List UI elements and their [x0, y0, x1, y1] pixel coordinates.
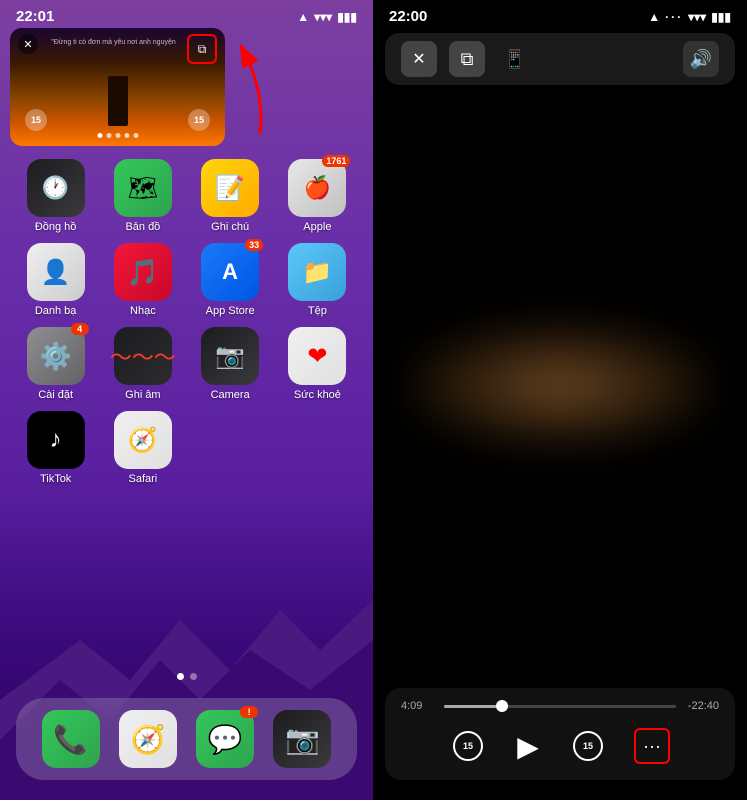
- page-dot-2: [190, 673, 197, 680]
- app-label-camera: Camera: [211, 389, 250, 401]
- dock-safari-icon[interactable]: 🧭: [119, 710, 177, 768]
- battery-icon: ▮▮▮: [337, 10, 357, 24]
- mini-player-text: "Đừng ti có đơn mà yêu nơi anh nguyện: [42, 38, 185, 47]
- app-icon-img-nhac: 🎵: [114, 243, 172, 301]
- progress-bar-container: 4:09 -22:40: [401, 700, 719, 712]
- location-icon: ▲: [297, 10, 309, 24]
- app-badge-caidat: 4: [71, 323, 89, 335]
- playback-controls: 15 ▶ 15 ···: [401, 724, 719, 768]
- app-icon-safari[interactable]: 🧭 Safari: [103, 411, 182, 485]
- progress-fill: [444, 705, 502, 708]
- app-label-danhba: Danh bạ: [35, 305, 77, 317]
- app-label-apple: Apple: [303, 221, 331, 233]
- right-status-icons: ▲ ··· ▾▾▾ ▮▮▮: [648, 10, 731, 24]
- play-btn[interactable]: ▶: [506, 724, 550, 768]
- app-icon-img-caidat: ⚙️ 4: [27, 327, 85, 385]
- mini-player-expand-btn[interactable]: ⧉: [187, 34, 217, 64]
- video-area: [373, 89, 747, 680]
- skip-forward-circle: 15: [573, 731, 603, 761]
- bottom-player-bar: 4:09 -22:40 15 ▶ 15: [385, 688, 735, 780]
- app-icon-img-danhba: 👤: [27, 243, 85, 301]
- app-icon-appstore[interactable]: A 33 App Store: [191, 243, 270, 317]
- app-icon-img-tep: 📁: [288, 243, 346, 301]
- app-icon-danhba[interactable]: 👤 Danh bạ: [16, 243, 95, 317]
- right-location-icon: ▲: [648, 10, 660, 24]
- mini-player-skip-forward-btn[interactable]: 15: [188, 109, 210, 131]
- app-icon-img-bandodo: 🗺: [114, 159, 172, 217]
- app-label-nhac: Nhạc: [130, 305, 156, 317]
- app-icon-bandodo[interactable]: 🗺 Bản đồ: [103, 159, 182, 233]
- right-battery-icon: ▮▮▮: [711, 10, 731, 24]
- mini-player-skip-back-btn[interactable]: 15: [25, 109, 47, 131]
- left-status-bar: 22:01 ▲ ▾▾▾ ▮▮▮: [0, 0, 373, 29]
- app-icon-img-apple: 🍎 1761: [288, 159, 346, 217]
- dock: 📞 🧭 💬 ! 📷: [16, 698, 357, 780]
- progress-thumb[interactable]: [496, 700, 508, 712]
- skip-back-btn[interactable]: 15: [450, 728, 486, 764]
- page-dot-1: [177, 673, 184, 680]
- app-label-safari: Safari: [129, 473, 158, 485]
- app-badge-appstore: 33: [245, 239, 263, 251]
- app-label-dongho: Đồng hồ: [35, 221, 77, 233]
- phone-view-btn[interactable]: 📱: [497, 41, 533, 77]
- app-label-caidat: Cài đặt: [38, 389, 73, 401]
- mini-player-progress-dots: [97, 133, 138, 138]
- dock-phone-icon[interactable]: 📞: [42, 710, 100, 768]
- app-icon-dongho[interactable]: 🕐 Đồng hồ: [16, 159, 95, 233]
- current-time: 4:09: [401, 700, 436, 712]
- app-label-ghichu: Ghi chú: [211, 221, 249, 233]
- app-icon-nhac[interactable]: 🎵 Nhạc: [103, 243, 182, 317]
- red-arrow: [220, 44, 275, 144]
- controls-bar: ✕ ⧉ 📱 🔊: [385, 33, 735, 85]
- skip-forward-btn[interactable]: 15: [570, 728, 606, 764]
- wifi-icon: ▾▾▾: [314, 10, 332, 24]
- app-label-tep: Tệp: [308, 305, 327, 317]
- more-btn[interactable]: ···: [634, 728, 670, 764]
- app-label-bandodo: Bản đồ: [125, 221, 160, 233]
- app-label-appstore: App Store: [206, 305, 255, 317]
- app-icon-tiktok[interactable]: ♪ TikTok: [16, 411, 95, 485]
- app-icon-apple[interactable]: 🍎 1761 Apple: [278, 159, 357, 233]
- right-dots-icon: ···: [665, 10, 683, 24]
- remaining-time: -22:40: [684, 700, 719, 712]
- app-icon-tep[interactable]: 📁 Tệp: [278, 243, 357, 317]
- skip-back-circle: 15: [453, 731, 483, 761]
- app-icon-caidat[interactable]: ⚙️ 4 Cài đặt: [16, 327, 95, 401]
- app-icon-img-safari: 🧭: [114, 411, 172, 469]
- app-icon-camera[interactable]: 📷 Camera: [191, 327, 270, 401]
- dock-messages-badge: !: [240, 706, 258, 718]
- app-icon-ghichu[interactable]: 📝 Ghi chú: [191, 159, 270, 233]
- mini-player[interactable]: "Đừng ti có đơn mà yêu nơi anh nguyện 15…: [10, 28, 225, 146]
- dock-camera-icon[interactable]: 📷: [273, 710, 331, 768]
- app-icon-img-ghiam: 〜〜〜: [114, 327, 172, 385]
- volume-btn[interactable]: 🔊: [683, 41, 719, 77]
- pip-mode-btn[interactable]: ⧉: [449, 41, 485, 77]
- app-label-ghiam: Ghi âm: [125, 389, 160, 401]
- app-icon-img-camera: 📷: [201, 327, 259, 385]
- left-time: 22:01: [16, 8, 54, 25]
- app-label-tiktok: TikTok: [40, 473, 71, 485]
- dock-messages-icon[interactable]: 💬 !: [196, 710, 254, 768]
- progress-track[interactable]: [444, 705, 676, 708]
- mini-player-close-btn[interactable]: ✕: [18, 34, 38, 54]
- app-icon-img-tiktok: ♪: [27, 411, 85, 469]
- app-icon-suckhoe[interactable]: ❤ Sức khoẻ: [278, 327, 357, 401]
- app-icon-ghiam[interactable]: 〜〜〜 Ghi âm: [103, 327, 182, 401]
- mini-player-figure: [108, 76, 128, 126]
- app-badge-apple: 1761: [322, 155, 350, 167]
- left-phone-screen: 22:01 ▲ ▾▾▾ ▮▮▮ "Đừng ti có đơn mà yêu n…: [0, 0, 373, 800]
- app-icon-img-suckhoe: ❤: [288, 327, 346, 385]
- app-label-suckhoe: Sức khoẻ: [294, 389, 341, 401]
- app-icon-img-dongho: 🕐: [27, 159, 85, 217]
- app-icon-img-ghichu: 📝: [201, 159, 259, 217]
- page-indicator: [177, 673, 197, 680]
- video-blur-bg: [410, 325, 710, 445]
- right-wifi-icon: ▾▾▾: [688, 10, 706, 24]
- close-btn[interactable]: ✕: [401, 41, 437, 77]
- app-icon-img-appstore: A 33: [201, 243, 259, 301]
- right-status-bar: 22:00 ▲ ··· ▾▾▾ ▮▮▮: [373, 0, 747, 29]
- right-time: 22:00: [389, 8, 427, 25]
- left-status-icons: ▲ ▾▾▾ ▮▮▮: [297, 10, 357, 24]
- right-phone-screen: 22:00 ▲ ··· ▾▾▾ ▮▮▮ ✕ ⧉ 📱 🔊 4:09: [373, 0, 747, 800]
